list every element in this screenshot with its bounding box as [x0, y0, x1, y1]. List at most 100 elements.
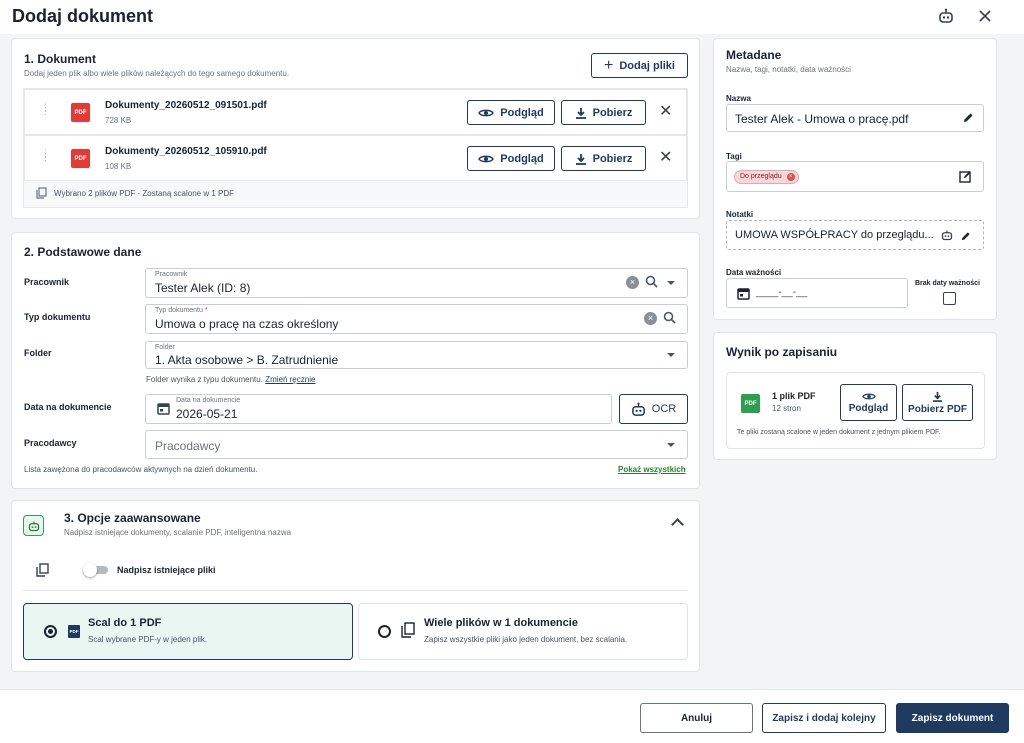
pdf-file-icon: PDF	[71, 149, 90, 168]
no-expiry-checkbox[interactable]	[943, 292, 956, 305]
doc-type-field[interactable]: Typ dokumentu * Umowa o pracę na czas ok…	[145, 304, 688, 334]
employee-value: Tester Alek (ID: 8)	[155, 281, 251, 295]
name-label: Nazwa	[726, 94, 751, 103]
pdf-result-icon: PDF	[741, 394, 760, 413]
chevron-down-icon[interactable]	[667, 353, 675, 357]
metadata-subtitle: Nazwa, tagi, notatki, data ważności	[726, 65, 851, 74]
files-icon	[401, 622, 415, 641]
download-button[interactable]: Pobierz	[561, 100, 646, 125]
toggle-knob	[83, 563, 97, 577]
pencil-icon[interactable]	[963, 112, 974, 126]
tag-chip[interactable]: Do przeglądu ×	[734, 170, 799, 184]
chevron-down-icon[interactable]	[667, 281, 675, 285]
dialog-header: Dodaj dokument	[0, 0, 1024, 34]
employers-hint: Lista zawężona do pracodawców aktywnych …	[24, 465, 258, 474]
save-document-button[interactable]: Zapisz dokument	[896, 703, 1009, 733]
chevron-down-icon[interactable]	[667, 443, 675, 447]
search-icon[interactable]	[645, 275, 658, 291]
download-button[interactable]: Pobierz	[561, 146, 646, 171]
result-pages: 12 stron	[772, 404, 801, 413]
robot-icon[interactable]	[941, 229, 953, 244]
result-note: Te pliki zostaną scalone w jeden dokumen…	[737, 429, 941, 436]
remove-file-icon[interactable]: ✕	[659, 147, 672, 167]
close-icon[interactable]	[975, 6, 995, 26]
no-expiry-label: Brak daty ważności	[915, 280, 980, 287]
preview-button[interactable]: Podgląd	[467, 100, 555, 125]
copy-files-icon	[36, 187, 47, 202]
employers-placeholder: Pracodawcy	[155, 439, 221, 453]
file-size: 108 KB	[105, 162, 132, 171]
result-file-count: 1 plik PDF	[772, 391, 816, 401]
document-section-subtitle: Dodaj jeden plik albo wiele plików należ…	[24, 69, 290, 78]
employee-field[interactable]: Pracownik Tester Alek (ID: 8) ×	[145, 268, 688, 298]
ocr-button[interactable]: OCR	[619, 394, 688, 424]
edit-tags-icon[interactable]	[959, 170, 972, 186]
notes-value: UMOWA WSPÓŁPRACY do przeglądu...	[735, 229, 934, 241]
option-title: Scal do 1 PDF	[88, 617, 162, 629]
robot-icon[interactable]	[936, 6, 956, 26]
tags-field[interactable]: Do przeglądu ×	[726, 161, 984, 192]
divider	[23, 590, 688, 591]
folder-field[interactable]: Folder 1. Akta osobowe > B. Zatrudnienie	[145, 341, 688, 369]
drag-handle-icon[interactable]: ⋮ ⋮	[41, 103, 50, 116]
doc-date-value: 2026-05-21	[176, 407, 238, 421]
add-files-button[interactable]: + Dodaj pliki	[591, 53, 688, 78]
notes-label: Notatki	[726, 210, 754, 219]
expiry-date-field[interactable]: ____-__-__	[726, 278, 908, 308]
file-name: Dokumenty_20260512_091501.pdf	[105, 100, 267, 111]
pencil-icon[interactable]	[961, 230, 971, 244]
employers-label: Pracodawcy	[24, 438, 77, 448]
radio-selected[interactable]	[44, 625, 57, 638]
option-desc: Zapisz wszystkie pliki jako jeden dokume…	[424, 635, 628, 644]
file-row: ⋮ ⋮ PDF Dokumenty_20260512_105910.pdf 108…	[24, 135, 687, 181]
radio-unselected[interactable]	[378, 625, 391, 638]
expiry-label: Data ważności	[726, 268, 782, 277]
result-box: PDF 1 plik PDF 12 stron Podgląd Pobierz …	[726, 372, 985, 449]
cancel-button[interactable]: Anuluj	[640, 703, 753, 733]
clear-icon[interactable]: ×	[626, 276, 639, 289]
result-download-button[interactable]: Pobierz PDF	[902, 384, 973, 421]
overwrite-label: Nadpisz istniejące pliki	[117, 565, 216, 575]
preview-button[interactable]: Podgląd	[467, 146, 555, 171]
clear-icon[interactable]: ×	[644, 312, 657, 325]
option-title: Wiele plików w 1 dokumencie	[424, 617, 578, 629]
calendar-icon[interactable]	[737, 287, 750, 303]
advanced-section-subtitle: Nadpisz istniejące dokumenty, scalanie P…	[64, 528, 292, 537]
copy-overwrite-icon	[36, 563, 49, 580]
download-icon	[932, 391, 943, 402]
show-all-employers-link[interactable]: Pokaż wszystkich	[618, 465, 686, 474]
merge-option-card[interactable]: PDF Scal do 1 PDF Scal wybrane PDF-y w j…	[23, 603, 353, 660]
eye-icon	[861, 393, 876, 399]
robot-icon	[23, 515, 44, 536]
metadata-title: Metadane	[726, 48, 782, 62]
search-icon[interactable]	[663, 311, 676, 327]
dialog-title: Dodaj dokument	[12, 6, 154, 26]
result-title: Wynik po zapisaniu	[726, 345, 838, 359]
overwrite-toggle[interactable]	[83, 563, 108, 577]
file-row: ⋮ ⋮ PDF Dokumenty_20260512_091501.pdf 728…	[24, 89, 687, 135]
doc-date-field[interactable]: Data na dokumencie 2026-05-21	[145, 394, 612, 424]
result-preview-button[interactable]: Podgląd	[840, 384, 897, 421]
notes-field[interactable]: UMOWA WSPÓŁPRACY do przeglądu...	[726, 220, 984, 250]
plus-icon: +	[604, 56, 614, 74]
name-field[interactable]: Tester Alek - Umowa o pracę.pdf	[726, 104, 984, 132]
multi-files-option-card[interactable]: Wiele plików w 1 dokumencie Zapisz wszys…	[358, 603, 688, 660]
eye-icon	[478, 109, 495, 116]
doc-type-value: Umowa o pracę na czas określony	[155, 317, 339, 331]
name-value: Tester Alek - Umowa o pracę.pdf	[735, 112, 909, 126]
remove-file-icon[interactable]: ✕	[659, 101, 672, 121]
eye-icon	[478, 155, 495, 162]
tags-label: Tagi	[726, 152, 742, 161]
drag-handle-icon[interactable]: ⋮ ⋮	[41, 149, 50, 162]
download-icon	[575, 107, 586, 119]
document-section-title: 1. Dokument	[24, 52, 97, 66]
dialog-footer: Anuluj Zapisz i dodaj kolejny Zapisz dok…	[0, 689, 1024, 743]
robot-icon	[631, 402, 645, 416]
calendar-icon[interactable]	[157, 402, 170, 418]
remove-tag-icon[interactable]: ×	[786, 173, 795, 181]
doc-date-label: Data na dokumencie	[24, 402, 112, 412]
change-folder-link[interactable]: Zmień ręcznie	[265, 375, 315, 384]
save-and-add-next-button[interactable]: Zapisz i dodaj kolejny	[762, 703, 886, 733]
file-name: Dokumenty_20260512_105910.pdf	[105, 146, 267, 157]
employers-field[interactable]: Pracodawcy	[145, 430, 688, 459]
